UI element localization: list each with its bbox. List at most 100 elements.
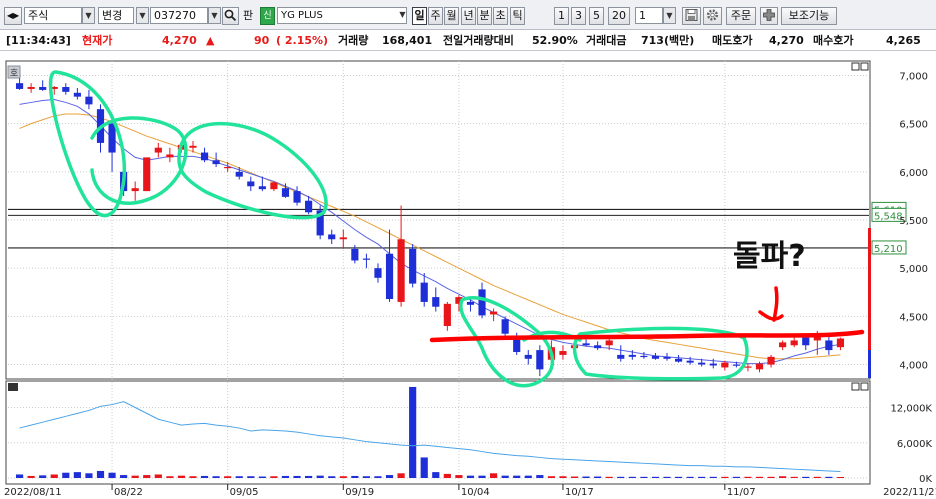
volume-bar xyxy=(594,476,602,478)
volume-bar xyxy=(224,476,232,478)
period-input[interactable]: 1 xyxy=(635,7,663,24)
quote-time: [11:34:43] xyxy=(6,34,71,47)
candle-body xyxy=(466,301,475,305)
volume-bar xyxy=(640,476,648,478)
volume-bar xyxy=(316,475,324,478)
volume-bar xyxy=(651,476,660,478)
period-button[interactable]: 분 xyxy=(477,7,492,25)
candle-body xyxy=(15,83,24,89)
stock-code-input[interactable]: 037270 xyxy=(150,7,208,24)
stock-code-dropdown-icon[interactable]: ▼ xyxy=(208,7,221,24)
volume-pane-icon[interactable] xyxy=(8,383,18,391)
quote-bar: [11:34:43] 현재가 4,270 ▲ 90 ( 2.15%) 거래량 1… xyxy=(0,31,936,51)
candle-body xyxy=(663,356,671,359)
period-button[interactable]: 월 xyxy=(444,7,459,25)
volume-bar xyxy=(362,476,370,478)
volume-bar xyxy=(189,476,197,478)
volume-bar xyxy=(663,476,671,478)
save-icon[interactable] xyxy=(682,7,701,25)
nav-arrows-button[interactable]: ◀▶ xyxy=(4,7,22,25)
candle-body xyxy=(62,87,70,92)
price-tick-label: 6,500 xyxy=(899,120,928,131)
volume-pane xyxy=(5,380,871,485)
volume-bar xyxy=(374,476,382,478)
price-tick-label: 6,000 xyxy=(899,168,928,179)
volume-value: 168,401 xyxy=(382,34,433,47)
candle-body xyxy=(836,338,845,348)
credit-badge: 신 xyxy=(260,7,275,25)
price-chart[interactable]: 5,6105,5485,210 돌파? 7,0006,5006,0005,500… xyxy=(0,52,936,499)
volume-bar xyxy=(570,476,579,478)
period-button[interactable]: 틱 xyxy=(510,7,525,25)
volume-tick-label: 12,000K xyxy=(890,404,932,415)
volume-bar xyxy=(270,476,278,478)
volume-bar xyxy=(305,475,313,478)
volume-bar xyxy=(709,476,717,478)
volume-bar xyxy=(686,476,694,478)
volume-bar xyxy=(559,476,567,478)
volume-bar xyxy=(85,473,93,478)
candle-body xyxy=(594,345,602,349)
price-change: 90 xyxy=(254,34,270,47)
price-change-pct: ( 2.15%) xyxy=(276,34,329,47)
search-icon[interactable] xyxy=(222,7,239,25)
category-select[interactable]: 주식 xyxy=(24,7,82,24)
price-tick-label: 7,000 xyxy=(899,71,928,82)
candle-body xyxy=(605,340,613,346)
count-button[interactable]: 1 xyxy=(554,7,569,25)
volume-bar xyxy=(96,470,105,478)
candle-body xyxy=(108,123,116,153)
period-button[interactable]: 초 xyxy=(493,7,508,25)
candle-body xyxy=(640,355,648,358)
price-tick-label: 4,500 xyxy=(899,312,928,323)
maximize-pane-icon[interactable] xyxy=(851,62,860,71)
candle-body xyxy=(628,354,636,357)
candle-body xyxy=(85,96,93,105)
volume-bar xyxy=(143,475,151,478)
candle-body xyxy=(224,167,232,169)
ask-price: 4,270 xyxy=(769,34,804,47)
volume-bar xyxy=(27,475,35,478)
gear-icon[interactable] xyxy=(703,7,722,25)
category-dropdown-icon[interactable]: ▼ xyxy=(82,7,95,24)
bid-price: 4,265 xyxy=(886,34,921,47)
period-button[interactable]: 일 xyxy=(412,7,427,25)
volume-bar xyxy=(605,476,613,478)
volume-bar xyxy=(779,476,787,478)
stock-chart-window: { "toolbar": { "nav_arrows": "◀▶", "cate… xyxy=(0,0,936,499)
plus-icon[interactable] xyxy=(760,7,778,25)
candle xyxy=(316,205,324,240)
candle-body xyxy=(374,268,382,278)
stock-name-dropdown-icon[interactable]: ▼ xyxy=(396,7,409,24)
count-button[interactable]: 5 xyxy=(589,7,604,25)
period-button[interactable]: 주 xyxy=(428,7,443,25)
aux-functions-button[interactable]: 보조기능 xyxy=(781,7,837,25)
candle-body xyxy=(559,351,567,355)
close-volume-icon[interactable] xyxy=(860,382,869,391)
order-button[interactable]: 주문 xyxy=(726,7,756,25)
volume-bar xyxy=(258,476,266,478)
maximize-volume-icon[interactable] xyxy=(851,382,860,391)
candle-body xyxy=(709,363,717,366)
candle-body xyxy=(790,340,798,346)
volume-bar xyxy=(432,472,440,478)
count-button[interactable]: 3 xyxy=(571,7,586,25)
count-button[interactable]: 20 xyxy=(608,7,630,25)
volume-bar xyxy=(455,475,463,478)
volume-bar xyxy=(744,476,752,478)
volume-bar xyxy=(62,472,70,478)
candle-body xyxy=(281,188,290,197)
volume-bar xyxy=(836,477,845,478)
candle-body xyxy=(779,342,787,348)
volume-bar xyxy=(501,475,509,478)
period-button[interactable]: 년 xyxy=(461,7,476,25)
bid-label: 매수호가 xyxy=(813,34,854,47)
close-pane-icon[interactable] xyxy=(860,62,869,71)
period-dropdown-icon[interactable]: ▼ xyxy=(663,7,676,24)
code-dropdown-icon[interactable]: ▼ xyxy=(136,7,149,24)
candle-body xyxy=(755,363,764,370)
volume-bar xyxy=(513,475,521,478)
fan-label: 판 xyxy=(243,9,254,22)
volume-bar xyxy=(732,476,740,478)
change-button[interactable]: 변경 xyxy=(98,7,134,24)
